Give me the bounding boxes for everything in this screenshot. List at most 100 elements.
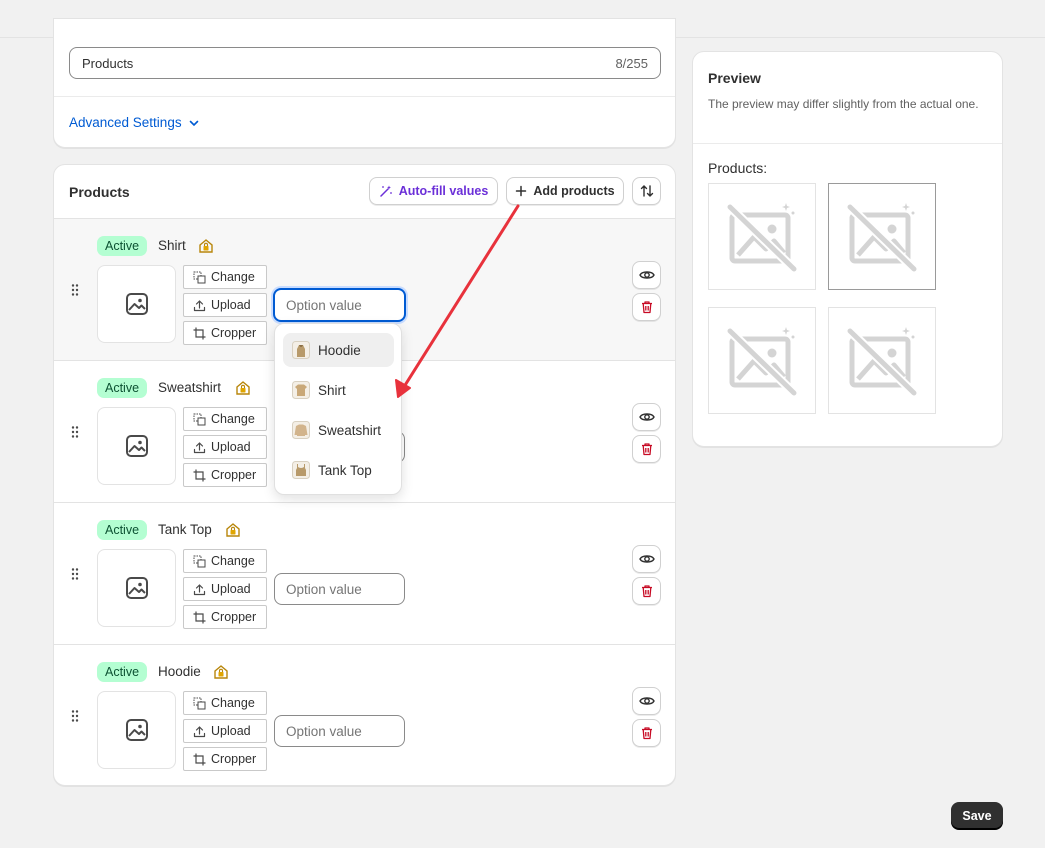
swap-image-icon bbox=[193, 271, 206, 283]
trash-icon bbox=[641, 443, 652, 456]
option-value-input[interactable] bbox=[273, 288, 406, 322]
auto-fill-values-button[interactable]: Auto-fill values bbox=[369, 177, 498, 205]
upload-button[interactable]: Upload bbox=[183, 435, 267, 459]
product-row-tank-top: Active Tank Top Change Upload Cropper bbox=[54, 502, 675, 644]
chevron-down-icon bbox=[189, 120, 198, 126]
character-count: 8/255 bbox=[615, 55, 648, 71]
drag-handle-icon[interactable] bbox=[70, 567, 80, 581]
upload-icon bbox=[193, 299, 206, 311]
preview-product-tile[interactable] bbox=[828, 307, 936, 414]
crop-icon bbox=[193, 611, 206, 623]
trash-icon bbox=[641, 585, 652, 598]
preview-products-label: Products: bbox=[708, 160, 768, 176]
delete-button[interactable] bbox=[632, 435, 661, 463]
preview-visibility-button[interactable] bbox=[632, 545, 661, 573]
cropper-button[interactable]: Cropper bbox=[183, 747, 267, 771]
no-image-icon bbox=[726, 326, 798, 396]
preview-title: Preview bbox=[708, 70, 761, 86]
option-value-input[interactable] bbox=[274, 715, 405, 747]
divider bbox=[693, 143, 1002, 144]
preview-visibility-button[interactable] bbox=[632, 261, 661, 289]
save-button[interactable]: Save bbox=[951, 802, 1003, 829]
option-value-input[interactable] bbox=[274, 573, 405, 605]
no-image-icon bbox=[846, 326, 918, 396]
product-image-placeholder[interactable] bbox=[97, 265, 176, 343]
status-badge: Active bbox=[97, 662, 148, 682]
delete-button[interactable] bbox=[632, 577, 661, 605]
products-card-title: Products bbox=[69, 184, 130, 200]
dropdown-item-sweatshirt[interactable]: Sweatshirt bbox=[283, 413, 394, 447]
locked-store-icon bbox=[214, 665, 228, 679]
change-image-button[interactable]: Change bbox=[183, 691, 267, 715]
eye-icon bbox=[638, 697, 655, 705]
plus-icon bbox=[516, 185, 527, 197]
upload-button[interactable]: Upload bbox=[183, 577, 267, 601]
crop-icon bbox=[193, 327, 206, 339]
upload-button[interactable]: Upload bbox=[183, 293, 267, 317]
advanced-settings-label: Advanced Settings bbox=[69, 115, 182, 130]
preview-product-tile[interactable] bbox=[708, 307, 816, 414]
preview-card: Preview The preview may differ slightly … bbox=[692, 51, 1003, 447]
upload-icon bbox=[193, 583, 206, 595]
product-image-placeholder[interactable] bbox=[97, 691, 176, 769]
cropper-label: Cropper bbox=[211, 468, 257, 482]
delete-button[interactable] bbox=[632, 719, 661, 747]
product-image-placeholder[interactable] bbox=[97, 407, 176, 485]
change-label: Change bbox=[211, 554, 255, 568]
change-image-button[interactable]: Change bbox=[183, 549, 267, 573]
trash-icon bbox=[641, 727, 652, 740]
dropdown-item-shirt[interactable]: Shirt bbox=[283, 373, 394, 407]
shirt-icon bbox=[292, 381, 310, 399]
cropper-button[interactable]: Cropper bbox=[183, 463, 267, 487]
product-name: Tank Top bbox=[158, 522, 212, 537]
cropper-label: Cropper bbox=[211, 752, 257, 766]
drag-handle-icon[interactable] bbox=[70, 709, 80, 723]
preview-visibility-button[interactable] bbox=[632, 687, 661, 715]
settings-card: Products 8/255 Advanced Settings bbox=[53, 18, 676, 148]
cropper-button[interactable]: Cropper bbox=[183, 605, 267, 629]
upload-button[interactable]: Upload bbox=[183, 719, 267, 743]
preview-product-tile[interactable] bbox=[708, 183, 816, 290]
preview-product-tile[interactable] bbox=[828, 183, 936, 290]
image-icon bbox=[125, 577, 148, 599]
dropdown-item-label: Shirt bbox=[318, 382, 346, 398]
product-image-placeholder[interactable] bbox=[97, 549, 176, 627]
divider bbox=[54, 96, 675, 97]
product-name: Sweatshirt bbox=[158, 380, 222, 395]
image-icon bbox=[125, 293, 148, 315]
delete-button[interactable] bbox=[632, 293, 661, 321]
name-input-value: Products bbox=[82, 55, 134, 71]
eye-icon bbox=[638, 555, 655, 563]
dropdown-item-label: Tank Top bbox=[318, 462, 372, 478]
dropdown-item-hoodie[interactable]: Hoodie bbox=[283, 333, 394, 367]
drag-handle-icon[interactable] bbox=[70, 425, 80, 439]
eye-icon bbox=[638, 413, 655, 421]
swap-image-icon bbox=[193, 413, 206, 425]
sort-button[interactable] bbox=[632, 177, 661, 205]
product-row-hoodie: Active Hoodie Change Upload Cropper bbox=[54, 644, 675, 786]
cropper-label: Cropper bbox=[211, 326, 257, 340]
product-name: Hoodie bbox=[158, 664, 201, 679]
status-badge: Active bbox=[97, 378, 148, 398]
upload-icon bbox=[193, 441, 206, 453]
advanced-settings-toggle[interactable]: Advanced Settings bbox=[69, 115, 200, 130]
dropdown-item-tank-top[interactable]: Tank Top bbox=[283, 453, 394, 487]
name-input[interactable]: Products 8/255 bbox=[69, 47, 661, 79]
change-label: Change bbox=[211, 412, 255, 426]
auto-fill-values-label: Auto-fill values bbox=[398, 184, 489, 198]
upload-label: Upload bbox=[211, 298, 251, 312]
preview-visibility-button[interactable] bbox=[632, 403, 661, 431]
add-products-label: Add products bbox=[533, 184, 615, 198]
change-image-button[interactable]: Change bbox=[183, 407, 267, 431]
sort-arrows-icon bbox=[640, 185, 653, 197]
locked-store-icon bbox=[199, 239, 213, 253]
cropper-button[interactable]: Cropper bbox=[183, 321, 267, 345]
change-image-button[interactable]: Change bbox=[183, 265, 267, 289]
magic-wand-icon bbox=[379, 185, 392, 197]
sweatshirt-icon bbox=[292, 421, 310, 439]
add-products-button[interactable]: Add products bbox=[506, 177, 624, 205]
drag-handle-icon[interactable] bbox=[70, 283, 80, 297]
option-dropdown: Hoodie Shirt Sweatshirt Tank Top bbox=[274, 323, 402, 495]
upload-label: Upload bbox=[211, 440, 251, 454]
locked-store-icon bbox=[226, 523, 240, 537]
